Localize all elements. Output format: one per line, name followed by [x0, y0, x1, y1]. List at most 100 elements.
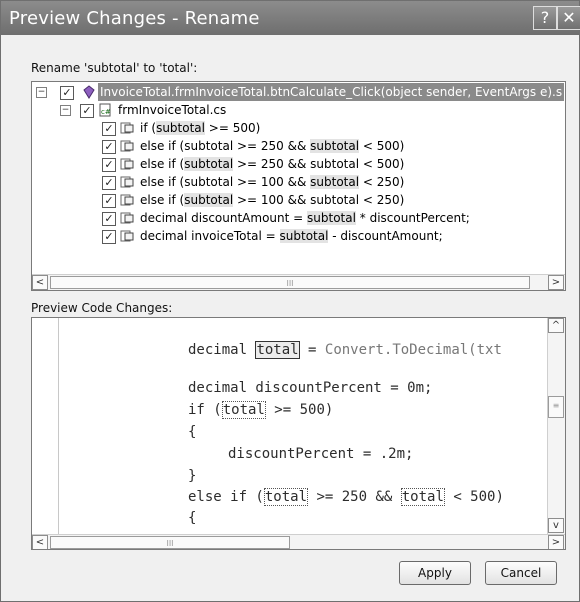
renamed-identifier: total: [221, 401, 266, 419]
item-mid: >= 100 &&: [233, 193, 311, 207]
rename-references-tree[interactable]: − ✓ InvoiceTotal.frmInvoiceTotal.btnCalc…: [31, 81, 566, 291]
item-suffix: - discountAmount;: [328, 229, 443, 243]
reference-icon: [120, 176, 134, 188]
item-mid: >= 250 &&: [233, 157, 311, 171]
item-checkbox[interactable]: ✓: [102, 176, 116, 190]
item-identifier: subtotal: [310, 157, 360, 171]
scroll-left-button[interactable]: <: [32, 535, 48, 549]
item-identifier: subtotal: [307, 211, 356, 225]
item-suffix: < 250): [359, 175, 405, 189]
grip-icon: III: [286, 279, 294, 288]
reference-icon: [120, 122, 134, 134]
item-suffix: < 500): [359, 139, 405, 153]
item-identifier: subtotal: [184, 157, 234, 171]
code-line: else if (total >= 250 && total < 500): [188, 488, 504, 506]
item-text: else if (subtotal >= 250 && subtotal < 5…: [140, 137, 404, 155]
code-vertical-scrollbar[interactable]: ^ ≡ v: [547, 318, 565, 534]
item-checkbox[interactable]: ✓: [102, 230, 116, 244]
code-line: discountPercent = .2m;: [228, 446, 414, 462]
scroll-right-button[interactable]: >: [548, 535, 564, 549]
code-gutter: [32, 318, 59, 534]
root-checkbox[interactable]: ✓: [60, 86, 74, 100]
tree-horizontal-scrollbar[interactable]: < III >: [32, 274, 565, 290]
apply-button[interactable]: Apply: [399, 561, 471, 585]
item-identifier: subtotal: [310, 193, 360, 207]
item-text: else if (subtotal >= 250 && subtotal < 5…: [140, 155, 404, 173]
reference-icon: [120, 194, 134, 206]
reference-icon: [120, 158, 134, 170]
item-suffix: < 500): [359, 157, 405, 171]
tree-root-label[interactable]: InvoiceTotal.frmInvoiceTotal.btnCalculat…: [98, 83, 565, 101]
item-prefix: if (: [140, 121, 157, 135]
rename-label: Rename 'subtotal' to 'total':: [31, 61, 198, 75]
code-line: {: [188, 510, 197, 526]
item-checkbox[interactable]: ✓: [102, 140, 116, 154]
code-line: decimal total = Convert.ToDecimal(txt: [188, 341, 502, 359]
item-checkbox[interactable]: ✓: [102, 194, 116, 208]
code-token: >= 250 &&: [308, 489, 401, 505]
item-identifier: subtotal: [184, 193, 234, 207]
code-preview-pane[interactable]: decimal total = Convert.ToDecimal(txt de…: [31, 317, 566, 550]
cs-file-icon: c#: [99, 103, 111, 117]
method-icon: [83, 85, 95, 99]
reference-icon: [120, 140, 134, 152]
scroll-thumb[interactable]: III: [50, 276, 530, 289]
item-text: decimal discountAmount = subtotal * disc…: [140, 209, 470, 227]
item-checkbox[interactable]: ✓: [102, 212, 116, 226]
code-horizontal-scrollbar[interactable]: < III >: [32, 534, 565, 549]
code-token: < 500): [444, 489, 504, 505]
item-mid: >= 100 &&: [233, 175, 311, 189]
item-checkbox[interactable]: ✓: [102, 122, 116, 136]
item-suffix: < 250): [359, 193, 405, 207]
item-prefix: decimal discountAmount =: [140, 211, 308, 225]
svg-text:c#: c#: [101, 108, 111, 116]
cancel-button[interactable]: Cancel: [485, 561, 557, 585]
scroll-up-button[interactable]: ^: [548, 318, 564, 333]
code-token: else if (: [188, 489, 264, 505]
grip-icon: ≡: [552, 401, 560, 410]
window-title: Preview Changes - Rename: [9, 8, 260, 29]
scroll-down-button[interactable]: v: [548, 518, 564, 533]
preview-code-label: Preview Code Changes:: [31, 301, 173, 315]
item-prefix: else if (: [140, 157, 185, 171]
item-suffix: * discountPercent;: [355, 211, 470, 225]
renamed-identifier: total: [263, 488, 309, 506]
item-identifier: subtotal: [184, 139, 234, 153]
item-text: else if (subtotal >= 100 && subtotal < 2…: [140, 173, 404, 191]
scroll-thumb[interactable]: ≡: [548, 396, 564, 418]
item-text: else if (subtotal >= 100 && subtotal < 2…: [140, 191, 404, 209]
item-prefix: decimal invoiceTotal =: [140, 229, 280, 243]
code-line: if (total >= 500): [188, 401, 334, 419]
item-suffix: >= 500): [204, 121, 261, 135]
scroll-right-button[interactable]: >: [548, 275, 564, 290]
code-token: Convert.ToDecimal(txt: [324, 342, 502, 358]
tree-file-label[interactable]: frmInvoiceTotal.cs: [118, 101, 226, 119]
scroll-left-button[interactable]: <: [32, 275, 48, 290]
item-identifier: subtotal: [310, 175, 360, 189]
item-identifier: subtotal: [184, 175, 234, 189]
grip-icon: III: [166, 539, 174, 548]
item-identifier: subtotal: [310, 139, 360, 153]
tree-root-row[interactable]: − ✓ InvoiceTotal.frmInvoiceTotal.btnCalc…: [32, 83, 565, 101]
item-identifier: subtotal: [279, 229, 329, 243]
renamed-identifier: total: [400, 488, 445, 506]
collapse-icon[interactable]: −: [60, 105, 71, 116]
scroll-thumb[interactable]: III: [50, 536, 290, 549]
close-button[interactable]: ✕: [557, 6, 580, 30]
collapse-icon[interactable]: −: [36, 87, 47, 98]
reference-icon: [120, 212, 134, 224]
item-prefix: else if (: [140, 139, 185, 153]
renamed-identifier: total: [255, 341, 300, 359]
file-checkbox[interactable]: ✓: [80, 104, 94, 118]
title-bar: Preview Changes - Rename ? ✕: [1, 1, 580, 35]
code-token: if (: [188, 402, 222, 418]
item-text: if (subtotal >= 500): [140, 119, 260, 137]
preview-changes-dialog: Preview Changes - Rename ? ✕ Rename 'sub…: [0, 0, 580, 602]
help-button[interactable]: ?: [533, 6, 557, 30]
item-prefix: else if (: [140, 193, 185, 207]
code-line: {: [188, 424, 197, 440]
item-checkbox[interactable]: ✓: [102, 158, 116, 172]
code-token: >= 500): [265, 402, 334, 418]
code-line: }: [188, 468, 197, 484]
item-text: decimal invoiceTotal = subtotal - discou…: [140, 227, 443, 245]
